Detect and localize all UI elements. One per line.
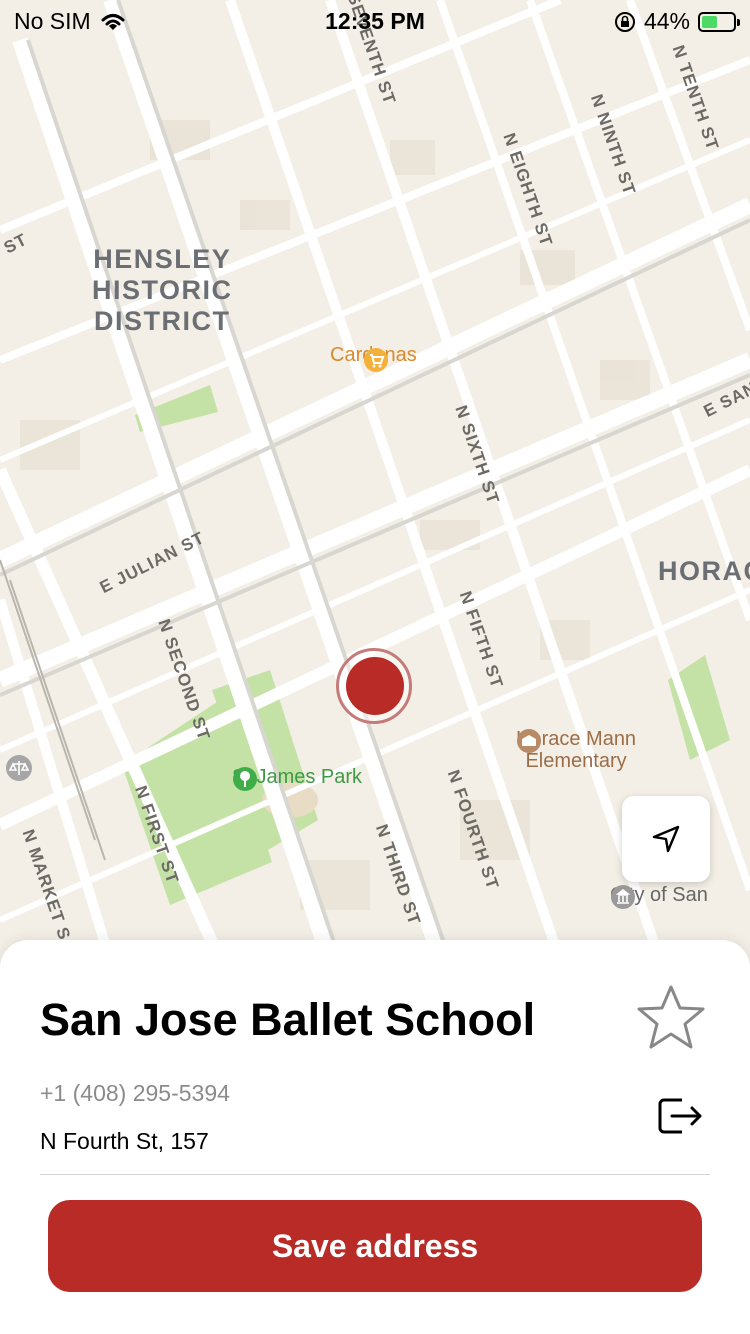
battery-percent: 44% <box>643 8 690 34</box>
district-label-horace: HORAC <box>658 556 750 586</box>
school-icon <box>517 729 541 753</box>
share-export-icon[interactable] <box>656 1094 704 1138</box>
place-detail-sheet: San Jose Ballet School +1 (408) 295-5394… <box>0 940 750 1334</box>
poi-city-of-san[interactable]: City of San <box>610 884 708 909</box>
sheet-divider <box>40 1174 710 1175</box>
poi-horace-mann[interactable]: Horace Mann Elementary <box>516 728 636 772</box>
shopping-cart-icon <box>364 348 388 372</box>
current-location-button[interactable] <box>622 796 710 882</box>
poi-st-james-park[interactable]: St James Park <box>232 766 362 791</box>
district-line-1: HENSLEY <box>93 244 232 274</box>
district-line-2: HISTORIC <box>92 275 233 305</box>
favorite-star-icon[interactable] <box>636 984 706 1050</box>
courthouse-icon <box>6 755 32 781</box>
location-arrow-icon <box>652 825 680 853</box>
location-pin[interactable] <box>346 657 404 715</box>
poi-cardenas[interactable]: Cardenas <box>330 344 417 372</box>
city-hall-icon <box>611 885 635 909</box>
save-address-button[interactable]: Save address <box>48 1200 702 1292</box>
place-address: N Fourth St, 157 <box>40 1128 209 1154</box>
place-phone[interactable]: +1 (408) 295-5394 <box>40 1080 230 1107</box>
district-line-3: DISTRICT <box>94 306 231 336</box>
status-bar: No SIM 12:35 PM 44% <box>0 0 750 40</box>
park-icon <box>233 767 257 791</box>
district-label-hensley: HENSLEY HISTORIC DISTRICT <box>92 244 233 337</box>
battery-icon <box>698 11 740 32</box>
lock-rotation-icon <box>614 11 635 32</box>
place-title: San Jose Ballet School <box>40 994 536 1045</box>
status-right: 44% <box>614 8 740 35</box>
